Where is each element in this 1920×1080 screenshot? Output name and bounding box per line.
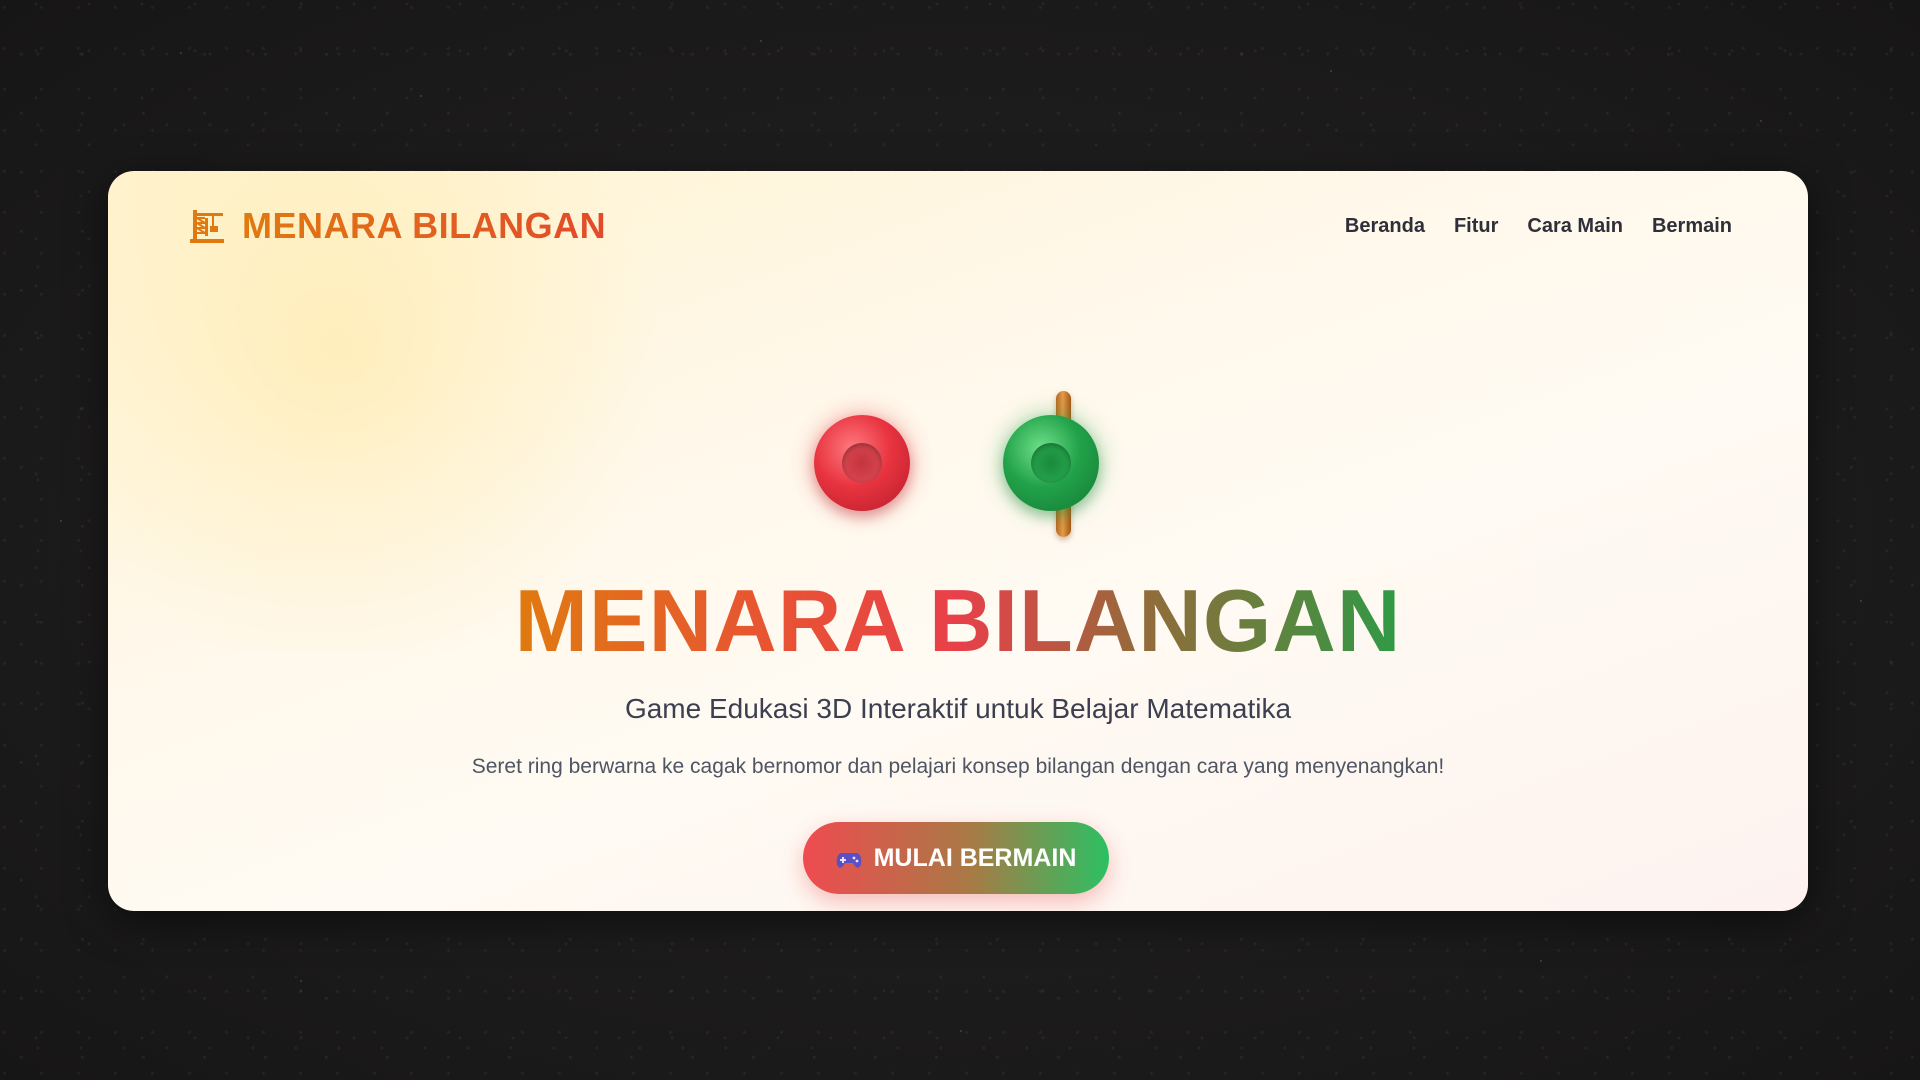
speck [760, 40, 762, 42]
brand-logo[interactable]: MENARA BILANGAN [188, 205, 606, 247]
speck [960, 1030, 962, 1032]
hero-subtitle: Game Edukasi 3D Interaktif untuk Belajar… [624, 693, 1292, 724]
speck [1330, 70, 1332, 72]
green-ring [1003, 415, 1099, 511]
gamepad-icon [836, 848, 862, 868]
speck [420, 95, 422, 97]
browser-window: MENARA BILANGAN Beranda Fitur Cara Main … [108, 171, 1808, 911]
tower-illustration [108, 391, 1808, 541]
start-game-label: MULAI BERMAIN [873, 843, 1077, 872]
tower-crane-icon [188, 207, 226, 245]
hero-title-text: MENARA BILANGAN [514, 571, 1402, 670]
nav-link-fitur[interactable]: Fitur [1454, 215, 1498, 238]
ring-hole [842, 443, 882, 483]
brand-title: MENARA BILANGAN [242, 205, 607, 246]
speck [300, 980, 302, 982]
speck [1860, 600, 1862, 602]
speck [1760, 120, 1762, 122]
ring-hole [1031, 443, 1071, 483]
hero-description: Seret ring berwarna ke cagak bernomor da… [471, 755, 1445, 778]
speck [1540, 960, 1542, 962]
hero-title: MENARA BILANGAN [108, 577, 1808, 665]
nav-link-bermain[interactable]: Bermain [1652, 215, 1732, 238]
speck [180, 52, 182, 54]
red-ring [814, 415, 910, 511]
speck [60, 520, 62, 522]
nav-link-cara-main[interactable]: Cara Main [1527, 215, 1623, 238]
navbar: MENARA BILANGAN Beranda Fitur Cara Main … [188, 203, 1732, 249]
nav-link-beranda[interactable]: Beranda [1345, 215, 1425, 238]
start-game-button[interactable]: MULAI BERMAIN [803, 822, 1109, 894]
nav-links: Beranda Fitur Cara Main Bermain [1345, 215, 1732, 238]
